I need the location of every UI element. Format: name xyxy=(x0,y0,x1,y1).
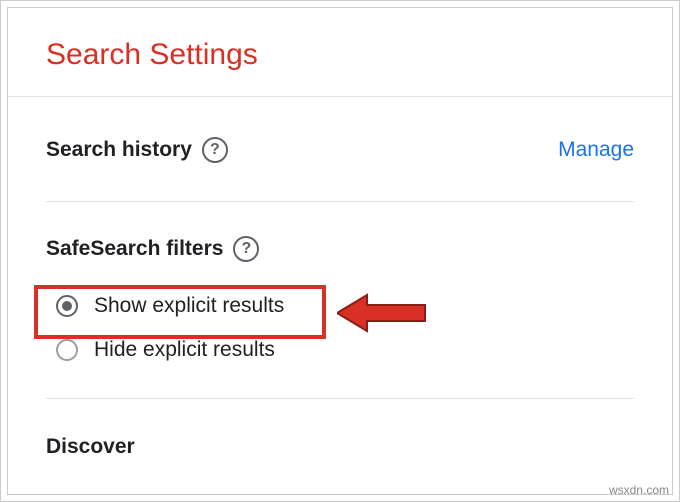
safesearch-text: SafeSearch filters xyxy=(46,237,223,261)
page-title: Search Settings xyxy=(46,38,634,72)
discover-text: Discover xyxy=(46,435,135,459)
search-history-label: Search history ? xyxy=(46,137,228,163)
radio-hide-explicit[interactable]: Hide explicit results xyxy=(46,328,634,372)
radio-show-explicit[interactable]: Show explicit results xyxy=(46,284,634,328)
help-icon[interactable]: ? xyxy=(202,137,228,163)
radio-unselected-icon xyxy=(56,339,78,361)
discover-label: Discover xyxy=(46,435,634,459)
manage-link[interactable]: Manage xyxy=(558,138,634,162)
safesearch-label: SafeSearch filters ? xyxy=(46,236,634,262)
watermark: wsxdn.com xyxy=(609,483,669,495)
radio-hide-label: Hide explicit results xyxy=(94,338,275,362)
search-history-text: Search history xyxy=(46,138,192,162)
help-icon[interactable]: ? xyxy=(233,236,259,262)
radio-show-label: Show explicit results xyxy=(94,294,284,318)
radio-selected-icon xyxy=(56,295,78,317)
